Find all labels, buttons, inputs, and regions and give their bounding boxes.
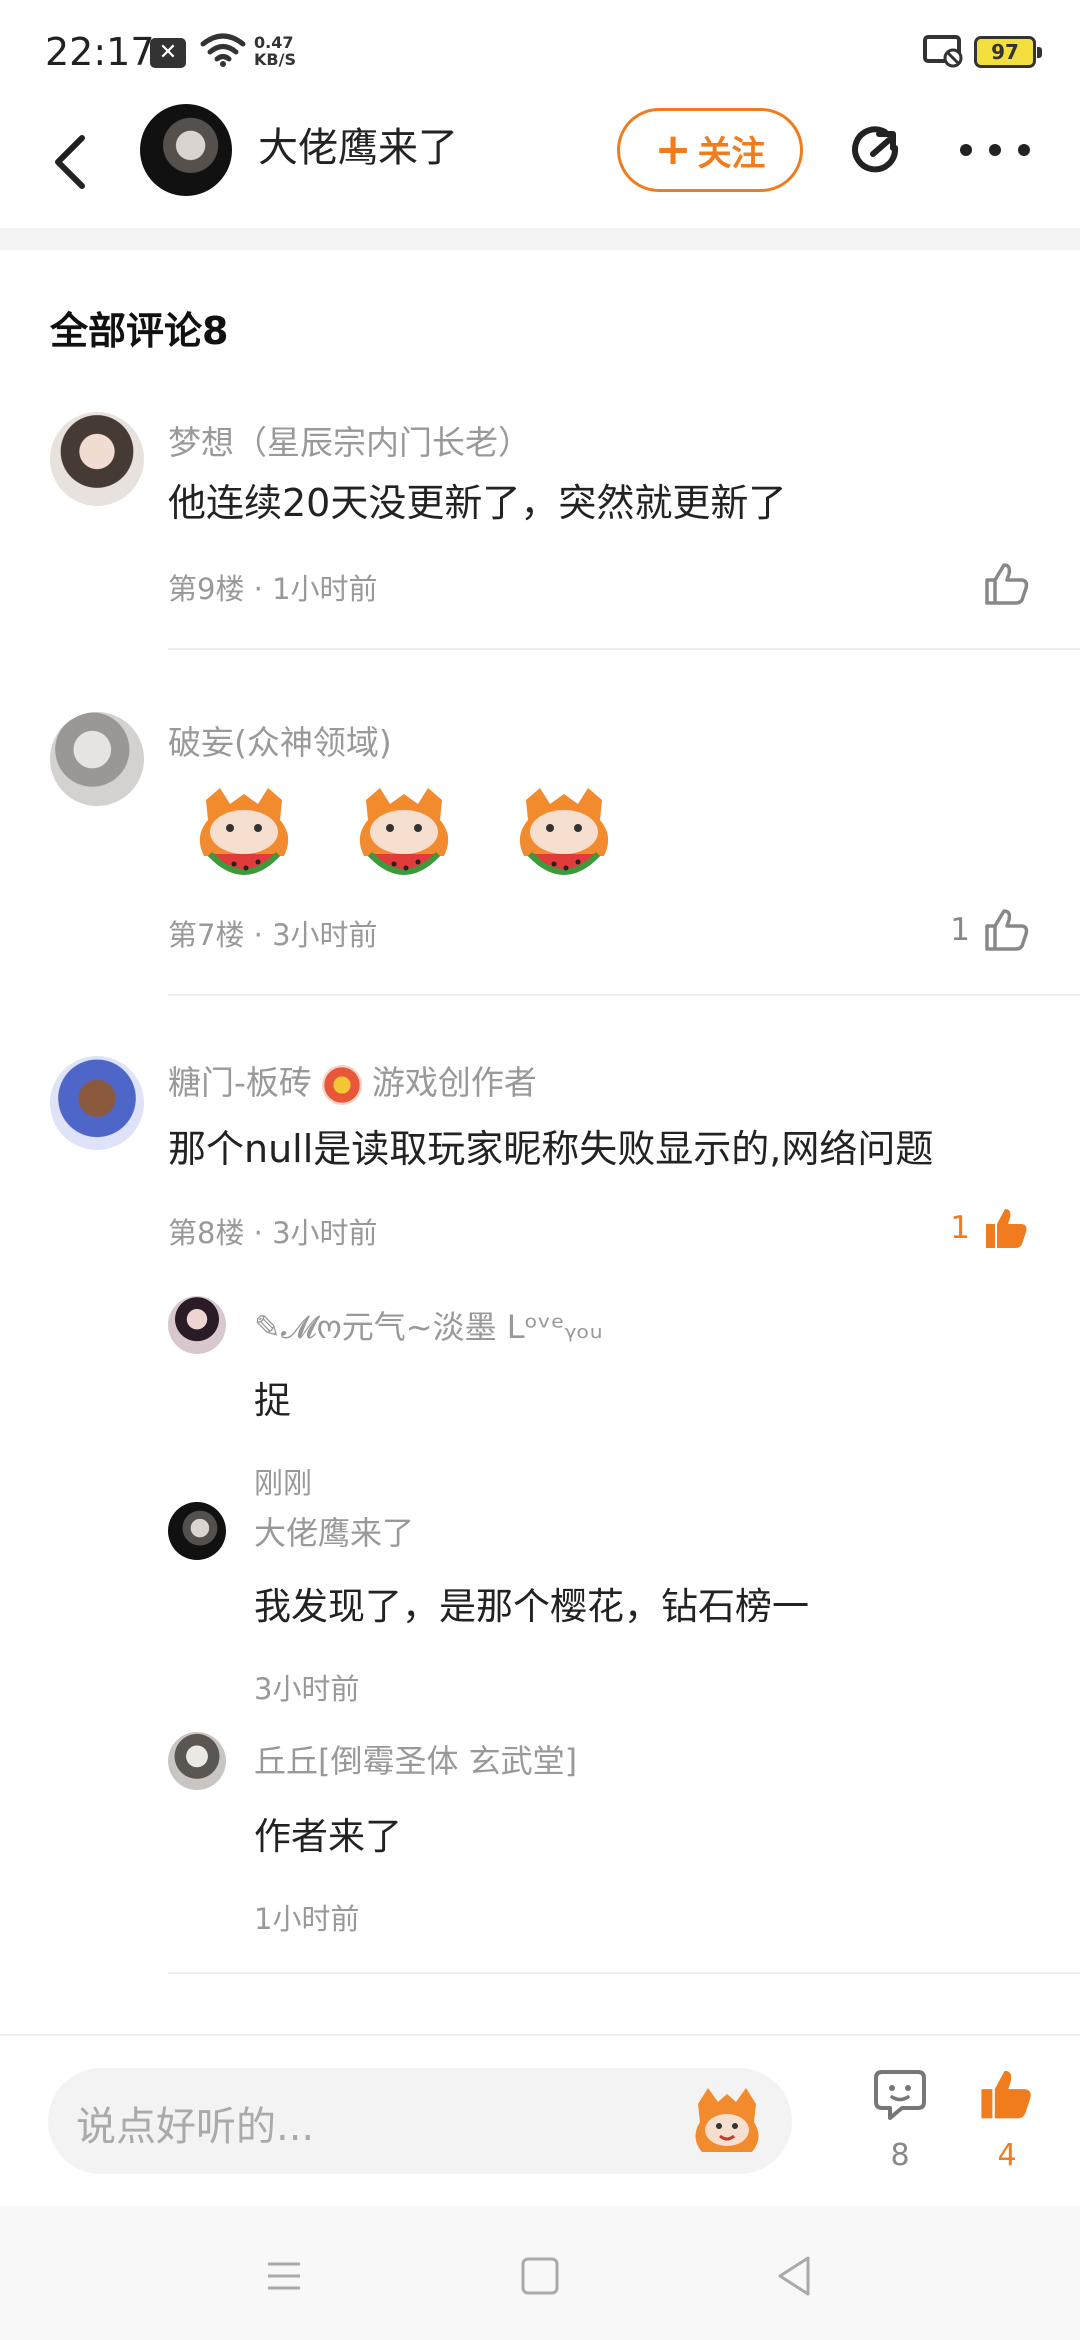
reply-avatar[interactable]	[168, 1732, 226, 1790]
comment-count: 8	[890, 2138, 910, 2173]
battery-icon: 97	[974, 36, 1042, 68]
net-speed-unit: KB/S	[254, 50, 296, 69]
dot	[1018, 144, 1030, 156]
comment-time: 3小时前	[272, 1216, 378, 1250]
battery-level: 97	[991, 40, 1019, 64]
author-name[interactable]: 大佬鹰来了	[258, 120, 458, 176]
header-divider	[0, 228, 1080, 250]
home-square-icon[interactable]	[510, 2246, 570, 2306]
reply-avatar[interactable]	[168, 1296, 226, 1354]
reply-time: 1小时前	[254, 1902, 360, 1936]
like-button[interactable]: 1	[950, 1206, 1030, 1250]
creator-badge-label: 游戏创作者	[371, 1063, 537, 1102]
comment-input[interactable]: 说点好听的...	[48, 2068, 792, 2174]
like-count: 1	[950, 1210, 970, 1246]
reply-username[interactable]: ✎𝓜ო元气~淡墨 Lᵒᵛᵉᵧₒᵤ	[254, 1302, 603, 1348]
thumbs-up-icon	[985, 563, 1029, 605]
share-icon[interactable]	[845, 118, 909, 182]
screen-cast-icon	[923, 35, 963, 68]
menu-icon[interactable]	[254, 2246, 314, 2306]
watermelon-sticker	[199, 788, 289, 875]
status-bar: 22:17 ✕ 0.47 KB/S 97	[0, 0, 1080, 100]
thumbs-up-filled-icon	[986, 1209, 1027, 1248]
follow-label: 关注	[697, 133, 766, 174]
net-speed-value: 0.47	[254, 33, 294, 52]
comment-separator	[168, 1972, 1080, 1974]
plus-icon: +	[654, 124, 692, 175]
notification-close-icon: ✕	[150, 38, 186, 68]
comment-username[interactable]: 破妄(众神领域)	[168, 716, 392, 764]
creator-badge-icon	[321, 1064, 362, 1105]
post-like-button[interactable]: 4	[975, 2066, 1039, 2176]
system-nav-bar	[0, 2206, 1080, 2340]
reply-username[interactable]: 丘丘[倒霉圣体 玄武堂]	[254, 1736, 577, 1782]
net-speed: 0.47 KB/S	[254, 34, 296, 68]
comments-section-title: 全部评论8	[50, 309, 229, 353]
dot	[989, 144, 1001, 156]
status-time: 22:17	[45, 30, 155, 74]
comment-floor: 第8楼	[168, 1216, 245, 1250]
watermelon-sticker	[359, 788, 449, 875]
meta-separator: ·	[253, 1216, 263, 1250]
user-avatar[interactable]	[50, 712, 144, 806]
reply-avatar[interactable]	[168, 1502, 226, 1560]
reply-content: 捉	[254, 1379, 291, 1422]
comment-time: 1小时前	[272, 572, 378, 606]
comment-floor: 第7楼	[168, 918, 245, 952]
meta-separator: ·	[253, 918, 263, 952]
like-count: 1	[950, 912, 970, 948]
like-button[interactable]	[970, 562, 1030, 606]
reply-content: 作者来了	[254, 1815, 402, 1858]
back-triangle-icon[interactable]	[766, 2246, 826, 2306]
comment-username[interactable]: 糖门-板砖 游戏创作者	[168, 1056, 537, 1105]
comment-count-button[interactable]: 8	[868, 2066, 932, 2176]
thumbs-up-filled-icon	[981, 2070, 1031, 2119]
header: 大佬鹰来了 + 关注	[0, 100, 1080, 228]
author-avatar[interactable]	[140, 104, 232, 196]
comment-floor: 第9楼	[168, 572, 245, 606]
user-avatar[interactable]	[50, 1056, 144, 1150]
wifi-icon	[200, 33, 246, 67]
thumbs-up-icon	[985, 909, 1029, 951]
comment-input-placeholder: 说点好听的...	[76, 2104, 315, 2150]
bottom-bar-divider	[0, 2034, 1080, 2036]
user-avatar[interactable]	[50, 412, 144, 506]
more-options-icon[interactable]	[960, 140, 1030, 160]
comment-content: 那个null是读取玩家昵称失败显示的,网络问题	[168, 1127, 934, 1171]
watermelon-sticker	[519, 788, 609, 875]
comment-content: 他连续20天没更新了，突然就更新了	[168, 481, 787, 525]
sticker-picker-icon[interactable]	[684, 2078, 770, 2164]
reply-time: 3小时前	[254, 1672, 360, 1706]
back-arrow-icon[interactable]	[40, 122, 100, 202]
like-button[interactable]: 1	[950, 908, 1030, 952]
comment-username[interactable]: 梦想（星辰宗内门长老）	[168, 416, 531, 464]
username-text: 糖门-板砖	[168, 1063, 312, 1102]
follow-button[interactable]: + 关注	[617, 108, 803, 192]
comment-time: 3小时前	[272, 918, 378, 952]
reply-username[interactable]: 大佬鹰来了	[254, 1508, 414, 1554]
dot	[960, 144, 972, 156]
comment-meta: 第8楼 · 3小时前	[168, 1210, 378, 1252]
meta-separator: ·	[253, 572, 263, 606]
comment-bubble-icon	[874, 2070, 926, 2120]
reply-time: 刚刚	[254, 1466, 313, 1500]
reply-content: 我发现了，是那个樱花，钻石榜一	[254, 1585, 809, 1628]
comment-separator	[168, 994, 1080, 996]
like-count: 4	[997, 2138, 1017, 2173]
comment-meta: 第9楼 · 1小时前	[168, 566, 378, 608]
comment-separator	[168, 648, 1080, 650]
comment-meta: 第7楼 · 3小时前	[168, 912, 378, 954]
